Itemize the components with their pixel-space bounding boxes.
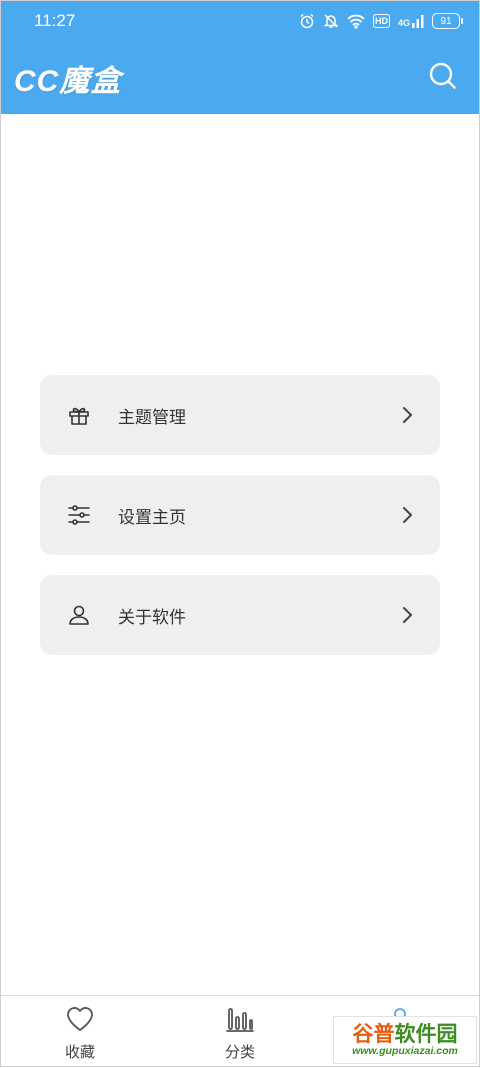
status-time: 11:27 [34, 11, 76, 30]
search-icon [428, 61, 458, 95]
network-type: 4G [397, 18, 410, 28]
sliders-icon [66, 502, 92, 528]
menu-item-label: 主题管理 [118, 407, 186, 428]
watermark-logo: 谷普 软件园 www.gupuxiazai.com [333, 1016, 477, 1064]
mute-bell-icon [323, 13, 339, 29]
heart-icon [65, 1005, 95, 1037]
battery-indicator: 91 [432, 13, 463, 29]
status-bar: 11:27 HD 4G 91 [0, 0, 480, 42]
nav-item-favorites[interactable]: 收藏 [0, 996, 160, 1068]
chevron-right-icon [398, 606, 416, 624]
hd-badge: HD [372, 14, 390, 28]
menu-item-about-software[interactable]: 关于软件 [40, 575, 440, 655]
wifi-icon [347, 13, 365, 29]
settings-menu: 主题管理 设置主页 关于软件 [40, 375, 440, 675]
status-icons: HD 4G 91 [299, 13, 463, 29]
menu-item-set-homepage[interactable]: 设置主页 [40, 475, 440, 555]
nav-label: 收藏 [64, 1043, 95, 1061]
gift-icon [66, 402, 92, 428]
watermark-url: www.gupuxiazai.com [352, 1045, 458, 1057]
watermark-brand-part2: 软件园 [394, 1022, 458, 1046]
bar-chart-icon [225, 1005, 255, 1037]
app-bar: CC魔盒 [0, 42, 480, 114]
menu-item-theme-management[interactable]: 主题管理 [40, 375, 440, 455]
user-icon [66, 602, 92, 628]
menu-item-label: 设置主页 [118, 507, 186, 528]
watermark-brand-part1: 谷普 [352, 1022, 395, 1046]
nav-label: 分类 [224, 1043, 255, 1061]
signal-icon: 4G [398, 14, 424, 28]
nav-item-categories[interactable]: 分类 [160, 996, 320, 1068]
app-title: CC魔盒 [14, 65, 122, 98]
chevron-right-icon [398, 506, 416, 524]
alarm-icon [299, 13, 315, 29]
search-button[interactable] [426, 61, 460, 95]
menu-item-label: 关于软件 [118, 607, 186, 628]
chevron-right-icon [398, 406, 416, 424]
